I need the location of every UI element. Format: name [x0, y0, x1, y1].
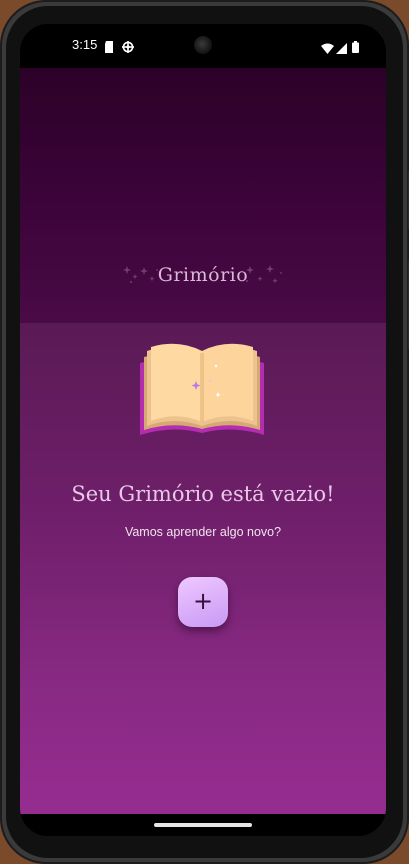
screen: 3:15 Grimório Seu Grimório está vazio! V…	[20, 24, 386, 836]
battery-icon	[352, 38, 359, 57]
empty-state-title: Seu Grimório está vazio!	[71, 482, 335, 506]
front-camera	[194, 36, 212, 54]
signal-icon	[336, 39, 347, 58]
empty-state-subtitle: Vamos aprender algo novo?	[124, 525, 282, 539]
app-bar: Grimório	[20, 68, 386, 323]
plus-icon: +	[192, 587, 214, 615]
wifi-icon	[321, 39, 334, 58]
status-bar: 3:15	[20, 24, 386, 68]
sd-card-icon	[104, 38, 114, 57]
navigation-bar	[20, 814, 386, 836]
add-button[interactable]: +	[178, 577, 228, 627]
open-book-icon	[138, 341, 266, 441]
empty-state-area: Seu Grimório está vazio! Vamos aprender …	[20, 323, 386, 814]
app-title: Grimório	[157, 264, 249, 286]
status-time: 3:15	[72, 37, 98, 52]
phone-frame: 3:15 Grimório Seu Grimório está vazio! V…	[0, 0, 409, 864]
settings-cog-icon	[122, 38, 134, 57]
sparkles-right-icon	[244, 264, 284, 292]
home-indicator[interactable]	[154, 823, 252, 827]
